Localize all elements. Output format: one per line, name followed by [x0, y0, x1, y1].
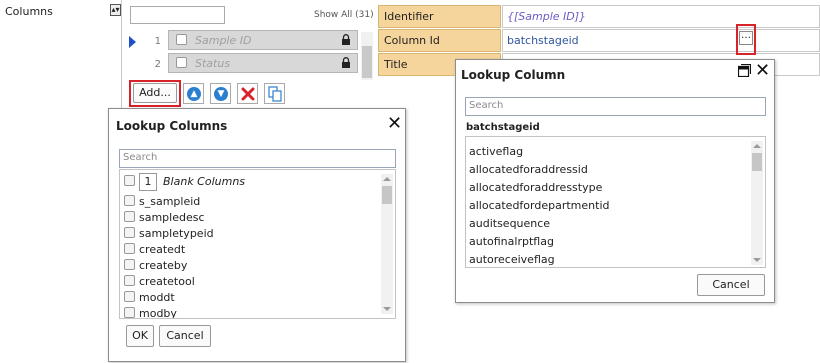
blank-columns-item[interactable]: 1 Blank Columns — [124, 173, 245, 191]
properties-label-column: Columns ▴▾ — [0, 0, 122, 108]
item-label: sampletypeid — [139, 227, 214, 240]
search-input[interactable]: Search — [465, 97, 766, 116]
item-checkbox[interactable] — [124, 307, 135, 318]
list-item[interactable]: modby — [124, 307, 177, 319]
identifier-label: Identifier — [378, 5, 501, 28]
item-label: createby — [139, 259, 188, 272]
row-number: 2 — [154, 59, 161, 70]
list-item[interactable]: allocatedforaddressid — [469, 163, 588, 176]
list-item[interactable]: sampledesc — [124, 211, 205, 224]
row-checkbox[interactable] — [176, 34, 187, 45]
cancel-button[interactable]: Cancel — [159, 325, 211, 347]
column-list-scrollbar[interactable] — [361, 32, 373, 80]
scroll-down-icon[interactable] — [383, 307, 391, 311]
item-checkbox[interactable] — [124, 211, 135, 222]
scroll-down-icon[interactable] — [753, 258, 761, 262]
dialog-title: Lookup Columns — [116, 119, 228, 133]
item-checkbox[interactable] — [124, 291, 135, 302]
list-item[interactable]: createtool — [124, 275, 195, 288]
row-checkbox[interactable] — [176, 57, 187, 68]
close-icon[interactable]: ✕ — [387, 115, 402, 133]
delete-x-icon — [241, 87, 255, 101]
column-filter-input[interactable] — [130, 6, 225, 24]
blank-count-field[interactable]: 1 — [139, 173, 157, 191]
arrow-down-icon: ▼ — [214, 87, 228, 101]
ok-button[interactable]: OK — [126, 325, 154, 347]
column-id-value[interactable]: batchstageid — [502, 29, 820, 52]
column-row[interactable]: Status — [168, 53, 358, 73]
lookup-column-dialog: Lookup Column ✕ Search batchstageid acti… — [455, 59, 775, 303]
item-label: createdt — [139, 243, 186, 256]
cancel-button[interactable]: Cancel — [697, 274, 765, 296]
column-row[interactable]: Sample ID — [168, 30, 358, 50]
column-name: Sample ID — [195, 34, 252, 47]
list-item[interactable]: createdt — [124, 243, 185, 256]
item-checkbox[interactable] — [124, 227, 135, 238]
delete-button[interactable] — [237, 83, 258, 104]
lookup-ellipsis-button[interactable]: … — [739, 31, 753, 45]
item-label: s_sampleid — [139, 195, 201, 208]
item-checkbox[interactable] — [124, 195, 135, 206]
copy-button[interactable] — [264, 83, 285, 104]
item-label: createtool — [139, 275, 195, 288]
show-all-link[interactable]: Show All (31) — [314, 10, 374, 20]
column-id-label: Column Id — [378, 29, 501, 52]
item-label: sampledesc — [139, 211, 205, 224]
scrollbar-thumb[interactable] — [382, 186, 392, 204]
list-item[interactable]: allocatedforaddresstype — [469, 181, 602, 194]
close-icon[interactable]: ✕ — [755, 62, 770, 80]
row-number: 1 — [154, 36, 161, 47]
list-scrollbar[interactable] — [751, 141, 763, 265]
scroll-up-icon[interactable] — [753, 144, 761, 148]
item-checkbox[interactable] — [124, 243, 135, 254]
current-row-arrow-icon — [129, 36, 136, 48]
item-checkbox[interactable] — [124, 175, 135, 186]
expand-collapse-icon[interactable]: ▴▾ — [110, 4, 121, 16]
columns-list: 1 Blank Columns s_sampleid sampledesc sam… — [119, 169, 396, 319]
list-scrollbar[interactable] — [381, 174, 393, 314]
item-label: moddt — [139, 291, 175, 304]
lock-icon[interactable] — [341, 57, 351, 68]
list-item[interactable]: s_sampleid — [124, 195, 200, 208]
list-item[interactable]: allocatedfordepartmentid — [469, 199, 609, 212]
list-item[interactable]: createby — [124, 259, 187, 272]
add-column-button[interactable]: Add... — [133, 83, 177, 103]
identifier-value[interactable]: {[Sample ID]} — [502, 5, 820, 28]
scrollbar-thumb[interactable] — [362, 46, 372, 78]
item-checkbox[interactable] — [124, 259, 135, 270]
column-list: activeflag allocatedforaddressid allocat… — [465, 136, 766, 268]
list-item[interactable]: sampletypeid — [124, 227, 214, 240]
selected-column[interactable]: batchstageid — [466, 122, 540, 133]
scroll-up-icon[interactable] — [383, 177, 391, 181]
move-up-button[interactable]: ▲ — [183, 83, 204, 104]
blank-columns-label: Blank Columns — [163, 175, 246, 188]
list-item[interactable]: auditsequence — [469, 217, 550, 230]
maximize-icon[interactable] — [738, 64, 751, 77]
scrollbar-thumb[interactable] — [752, 153, 762, 171]
copy-icon — [268, 86, 282, 102]
item-checkbox[interactable] — [124, 275, 135, 286]
move-down-button[interactable]: ▼ — [210, 83, 231, 104]
columns-label: Columns — [5, 5, 53, 18]
arrow-up-icon: ▲ — [187, 87, 201, 101]
item-label: modby — [139, 307, 177, 319]
list-item[interactable]: autofinalrptflag — [469, 235, 554, 248]
list-item[interactable]: moddt — [124, 291, 175, 304]
lock-icon[interactable] — [341, 34, 351, 45]
column-name: Status — [195, 57, 231, 70]
list-item[interactable]: activeflag — [469, 145, 523, 158]
dialog-title: Lookup Column — [461, 68, 566, 82]
search-input[interactable]: Search — [119, 149, 396, 168]
list-item[interactable]: autoreceiveflag — [469, 253, 555, 266]
lookup-columns-dialog: Lookup Columns ✕ Search 1 Blank Columns s… — [108, 108, 406, 362]
